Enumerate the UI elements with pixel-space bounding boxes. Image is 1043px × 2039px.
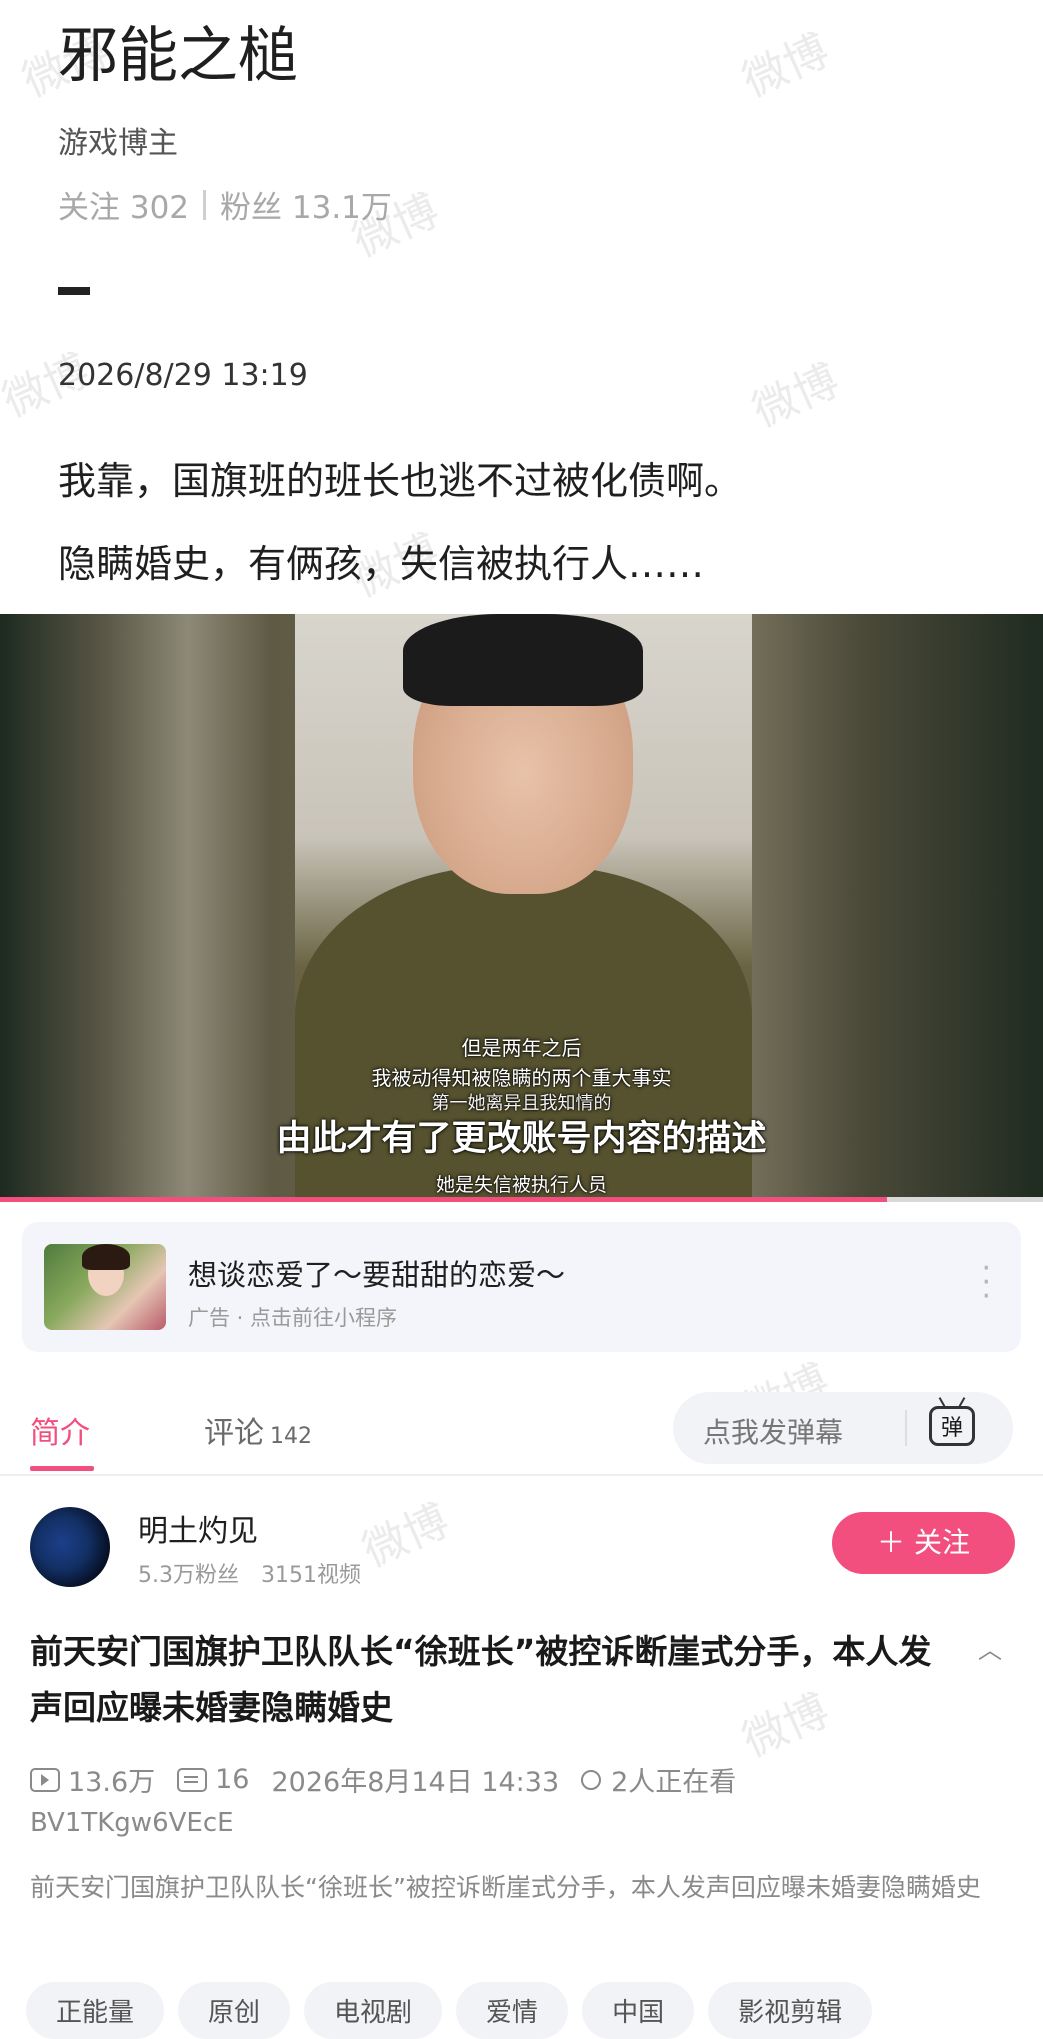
video-subtitle: 她是失信被执行人员: [435, 1174, 607, 1196]
view-count: 13.6万: [30, 1760, 155, 1799]
person-hair: [403, 614, 643, 706]
tab-comments[interactable]: 评论 142: [204, 1408, 312, 1452]
tag-chip[interactable]: 原创: [178, 1982, 291, 2039]
danmaku-toggle-icon[interactable]: 弹: [929, 1406, 975, 1446]
video-subtitle: 我被动得知被隐瞒的两个重大事实: [371, 1066, 672, 1090]
ad-thumbnail: [44, 1244, 166, 1330]
post-datetime: 2026/8/29 13:19: [58, 358, 308, 393]
post-text-line: 我靠，国旗班的班长也逃不过被化债啊。: [58, 459, 743, 503]
watching-now: 2人正在看: [581, 1760, 736, 1799]
author-stats: 关注 302 粉丝 13.1万: [58, 182, 392, 227]
ad-subtitle: 广告 · 点击前往小程序: [188, 1306, 398, 1330]
danmaku-placeholder: 点我发弹幕: [703, 1416, 844, 1449]
tag-chip[interactable]: 中国: [582, 1982, 695, 2039]
post-text-line: 隐瞒婚史，有俩孩，失信被执行人……: [58, 542, 705, 586]
video-progress-bar[interactable]: [0, 1197, 1043, 1202]
tag-chip[interactable]: 影视剪辑: [708, 1982, 873, 2039]
publish-time: 2026年8月14日 14:33: [271, 1767, 560, 1798]
follow-button[interactable]: ＋ 关注: [832, 1512, 1015, 1574]
video-meta: 13.6万 16 2026年8月14日 14:33 2人正在看: [30, 1760, 758, 1799]
uploader-stats: 5.3万粉丝 3151视频: [138, 1563, 361, 1588]
tab-intro[interactable]: 简介: [30, 1408, 90, 1452]
author-name[interactable]: 邪能之槌: [58, 18, 298, 94]
stats-divider: [203, 189, 207, 220]
uploader-name[interactable]: 明土灼见: [138, 1506, 258, 1550]
tag-chip[interactable]: 爱情: [456, 1982, 569, 2039]
viewers-icon: [581, 1769, 602, 1790]
video-subtitle-main: 由此才有了更改账号内容的描述: [276, 1119, 767, 1159]
view-count-value: 13.6万: [68, 1767, 156, 1798]
video-description: 前天安门国旗护卫队队长“徐班长”被控诉断崖式分手，本人发声回应曝未婚妻隐瞒婚史: [30, 1873, 981, 1902]
tab-comments-label: 评论: [204, 1416, 264, 1451]
ad-card[interactable]: 想谈恋爱了～要甜甜的恋爱～ 广告 · 点击前往小程序 · · ·: [22, 1222, 1021, 1352]
danmaku-count-icon: [177, 1767, 208, 1792]
ad-title: 想谈恋爱了～要甜甜的恋爱～: [188, 1258, 566, 1292]
tab-intro-underline: [30, 1466, 94, 1471]
dash-divider: [58, 287, 90, 295]
tag-chip[interactable]: 电视剧: [304, 1982, 443, 2039]
author-role: 游戏博主: [58, 126, 178, 161]
chevron-up-icon[interactable]: ︿: [978, 1630, 1002, 1665]
more-vertical-icon[interactable]: · · ·: [981, 1254, 991, 1312]
watching-now-value: 2人正在看: [611, 1767, 737, 1798]
video-progress-fill: [0, 1197, 887, 1202]
play-count-icon: [30, 1767, 60, 1792]
tag-chip[interactable]: 正能量: [26, 1982, 165, 2039]
watermark: 微博: [735, 24, 837, 108]
danmaku-input[interactable]: 点我发弹幕 弹: [673, 1392, 1013, 1464]
avatar[interactable]: [30, 1507, 110, 1587]
video-subtitle: 但是两年之后: [461, 1036, 582, 1060]
video-title: 前天安门国旗护卫队队长“徐班长”被控诉断崖式分手，本人发声回应曝未婚妻隐瞒婚史: [30, 1632, 932, 1727]
danmaku-divider: [905, 1410, 907, 1446]
tab-comments-count: 142: [270, 1424, 312, 1449]
watermark: 微博: [355, 1494, 457, 1578]
tab-bar: 简介 评论 142 点我发弹幕 弹: [0, 1376, 1043, 1476]
watermark: 微博: [745, 354, 847, 438]
ad-thumbnail-hair: [82, 1244, 130, 1270]
tag-list: 正能量 原创 电视剧 爱情 中国 影视剪辑: [26, 1982, 873, 2039]
following-count[interactable]: 关注 302: [58, 182, 189, 227]
video-bvid: BV1TKgw6VEcE: [30, 1808, 234, 1838]
danmaku-count-value: 16: [215, 1764, 250, 1795]
danmaku-count: 16: [177, 1764, 249, 1795]
followers-count[interactable]: 粉丝 13.1万: [220, 182, 392, 227]
